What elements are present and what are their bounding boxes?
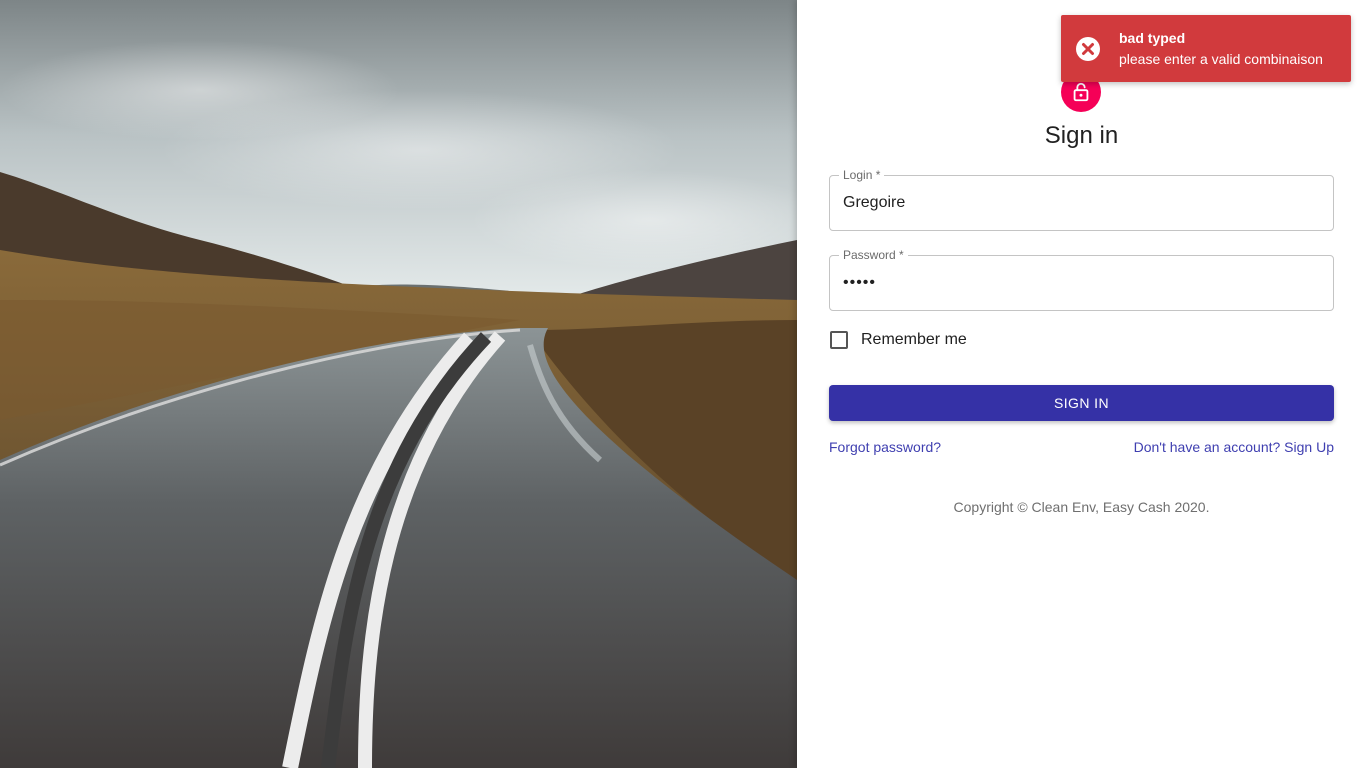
remember-me-label[interactable]: Remember me bbox=[861, 331, 967, 349]
page-title: Sign in bbox=[1044, 122, 1119, 149]
copyright-text: Copyright © Clean Env, Easy Cash 2020. bbox=[953, 499, 1210, 515]
password-input[interactable]: ••••• bbox=[843, 256, 876, 310]
sign-up-link[interactable]: Don't have an account? Sign Up bbox=[1134, 438, 1334, 456]
toast-message: please enter a valid combinaison bbox=[1119, 51, 1323, 67]
remember-me-checkbox[interactable] bbox=[830, 331, 848, 349]
remember-me-row[interactable]: Remember me bbox=[829, 327, 967, 353]
toast-title: bad typed bbox=[1119, 30, 1186, 46]
background-photo bbox=[0, 0, 797, 768]
forgot-password-link[interactable]: Forgot password? bbox=[829, 438, 941, 456]
login-input[interactable]: Gregoire bbox=[843, 176, 905, 230]
password-field[interactable]: Password * ••••• bbox=[829, 248, 1334, 311]
sign-in-button[interactable]: SIGN IN bbox=[829, 385, 1334, 421]
error-toast[interactable]: bad typed please enter a valid combinais… bbox=[1061, 15, 1351, 82]
lock-icon bbox=[1073, 82, 1089, 102]
login-field[interactable]: Login * Gregoire bbox=[829, 168, 1334, 231]
error-x-icon bbox=[1076, 37, 1100, 61]
sign-in-panel: Sign in Login * Gregoire Password * ••••… bbox=[797, 0, 1366, 768]
road-landscape-image bbox=[0, 0, 797, 768]
